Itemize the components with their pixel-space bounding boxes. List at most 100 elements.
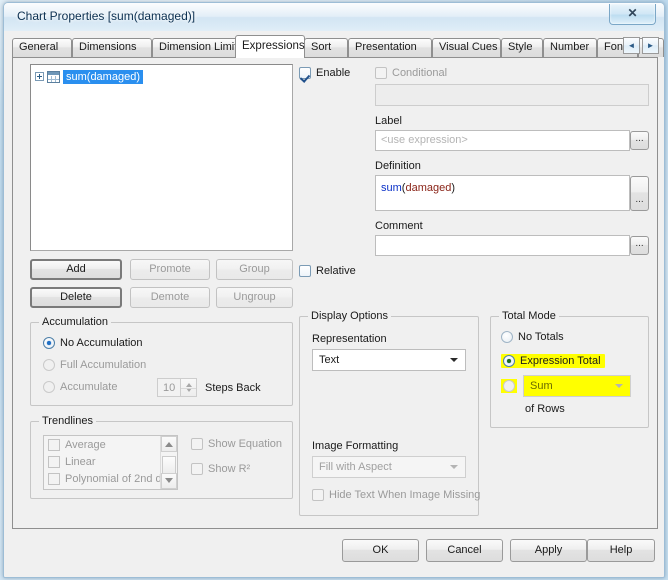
aggregation-select[interactable]: Sum	[523, 375, 631, 397]
relative-label: Relative	[316, 265, 356, 277]
tab-strip: General Dimensions Dimension Limits Expr…	[12, 35, 664, 58]
radio-accumulate-label: Accumulate	[60, 381, 118, 393]
image-formatting-label: Image Formatting	[312, 440, 399, 452]
tab-visual-cues[interactable]: Visual Cues	[432, 38, 501, 57]
radio-accumulate[interactable]: Accumulate	[43, 381, 117, 393]
checkbox-indicator[interactable]	[48, 438, 60, 451]
enable-label: Enable	[316, 67, 351, 79]
expression-list[interactable]: sum(damaged)	[30, 64, 293, 251]
checkbox-indicator	[299, 67, 311, 79]
checkbox-relative[interactable]: Relative	[299, 265, 356, 277]
close-button[interactable]: ✕	[609, 4, 656, 25]
accumulation-group-label: Accumulation	[39, 316, 112, 328]
image-formatting-select[interactable]: Fill with Aspect	[312, 456, 466, 478]
expression-label[interactable]: sum(damaged)	[63, 69, 143, 84]
checkbox-indicator[interactable]	[48, 472, 60, 485]
chart-properties-dialog: Chart Properties [sum(damaged)] ✕ Genera…	[3, 2, 665, 578]
radio-no-totals-label: No Totals	[518, 331, 564, 343]
label-field-title: Label	[375, 115, 402, 127]
chevron-down-icon	[450, 465, 458, 469]
chevron-left-icon: ◄	[627, 41, 636, 50]
scroll-up-icon[interactable]	[161, 436, 177, 452]
tab-sort[interactable]: Sort	[304, 38, 348, 57]
apply-button[interactable]: Apply	[510, 539, 587, 562]
radio-expression-total[interactable]: Expression Total	[501, 354, 605, 368]
tab-general[interactable]: General	[12, 38, 72, 57]
conditional-input[interactable]	[375, 84, 649, 106]
comment-field-title: Comment	[375, 220, 423, 232]
radio-indicator	[43, 381, 55, 393]
display-options-group: Display Options Representation Text Imag…	[299, 310, 480, 516]
checkbox-indicator	[299, 265, 311, 277]
definition-function: sum	[381, 182, 402, 194]
representation-label: Representation	[312, 333, 387, 345]
title-bar: Chart Properties [sum(damaged)] ✕	[4, 3, 664, 31]
checkbox-indicator[interactable]	[48, 455, 60, 468]
definition-input[interactable]: sum(damaged)	[375, 175, 630, 211]
group-button[interactable]: Group	[216, 259, 293, 280]
checkbox-show-equation[interactable]: Show Equation	[191, 438, 282, 450]
dialog-button-bar: OK Cancel Apply Help	[4, 531, 664, 577]
delete-button[interactable]: Delete	[30, 287, 122, 308]
ungroup-button[interactable]: Ungroup	[216, 287, 293, 308]
window-title: Chart Properties [sum(damaged)]	[17, 9, 196, 23]
trendlines-listbox[interactable]: Average Linear Polynomial of 2nd d Polyn…	[43, 435, 178, 490]
tab-scroll-right-button[interactable]: ►	[642, 37, 659, 54]
radio-aggregation-total[interactable]	[501, 379, 517, 393]
radio-indicator	[503, 380, 515, 392]
chevron-right-icon: ►	[646, 41, 655, 50]
tab-dimensions[interactable]: Dimensions	[72, 38, 152, 57]
definition-browse-button[interactable]: ...	[630, 176, 649, 211]
list-item[interactable]: Polynomial of 3rd d	[44, 487, 177, 491]
list-item-label: Average	[65, 438, 106, 451]
list-item-label: Linear	[65, 455, 96, 468]
ok-button[interactable]: OK	[342, 539, 419, 562]
show-r2-label: Show R²	[208, 463, 251, 475]
tab-expressions[interactable]: Expressions	[235, 35, 305, 58]
checkbox-conditional[interactable]: Conditional	[375, 67, 447, 79]
expressions-tab-page: sum(damaged) Add Promote Group Delete De…	[12, 57, 658, 529]
list-item[interactable]: Average	[44, 436, 177, 453]
steps-back-stepper[interactable]: 10	[157, 378, 197, 397]
tab-style[interactable]: Style	[501, 38, 543, 57]
list-item[interactable]: Polynomial of 2nd d	[44, 470, 177, 487]
radio-indicator	[503, 355, 515, 367]
label-browse-button[interactable]: ...	[630, 131, 649, 150]
expand-plus-icon[interactable]	[35, 72, 44, 81]
cancel-button[interactable]: Cancel	[426, 539, 503, 562]
tab-number[interactable]: Number	[543, 38, 597, 57]
promote-button[interactable]: Promote	[130, 259, 210, 280]
hide-text-label: Hide Text When Image Missing	[329, 489, 481, 501]
radio-no-totals[interactable]: No Totals	[501, 331, 564, 343]
checkbox-hide-text-when-image-missing[interactable]: Hide Text When Image Missing	[312, 489, 480, 501]
radio-indicator	[501, 331, 513, 343]
list-item[interactable]: Linear	[44, 453, 177, 470]
radio-no-accumulation[interactable]: No Accumulation	[43, 337, 143, 349]
comment-browse-button[interactable]: ...	[630, 236, 649, 255]
help-button[interactable]: Help	[587, 539, 655, 562]
trendlines-group-label: Trendlines	[39, 415, 96, 427]
total-mode-group-label: Total Mode	[499, 310, 559, 322]
definition-field-name: damaged	[405, 182, 452, 194]
trendlines-scrollbar[interactable]	[160, 436, 177, 489]
checkbox-indicator	[191, 438, 203, 450]
radio-full-accumulation[interactable]: Full Accumulation	[43, 359, 146, 371]
checkbox-show-r2[interactable]: Show R²	[191, 463, 250, 475]
tab-presentation[interactable]: Presentation	[348, 38, 432, 57]
checkbox-indicator[interactable]	[48, 490, 60, 491]
checkbox-indicator	[375, 67, 387, 79]
checkbox-enable[interactable]: Enable	[299, 67, 350, 79]
label-input[interactable]: <use expression>	[375, 130, 630, 151]
close-icon: ✕	[627, 6, 638, 20]
expression-tree-row[interactable]: sum(damaged)	[35, 69, 143, 84]
scroll-down-icon[interactable]	[161, 473, 177, 489]
comment-input[interactable]	[375, 235, 630, 256]
aggregation-value: Sum	[530, 380, 553, 392]
of-rows-label: of Rows	[525, 403, 565, 415]
add-button[interactable]: Add	[30, 259, 122, 280]
tab-scroll-left-button[interactable]: ◄	[623, 37, 640, 54]
representation-select[interactable]: Text	[312, 349, 466, 371]
trendlines-group: Trendlines Average Linear Polynomial of …	[30, 415, 293, 499]
demote-button[interactable]: Demote	[130, 287, 210, 308]
stepper-divider	[181, 387, 196, 389]
